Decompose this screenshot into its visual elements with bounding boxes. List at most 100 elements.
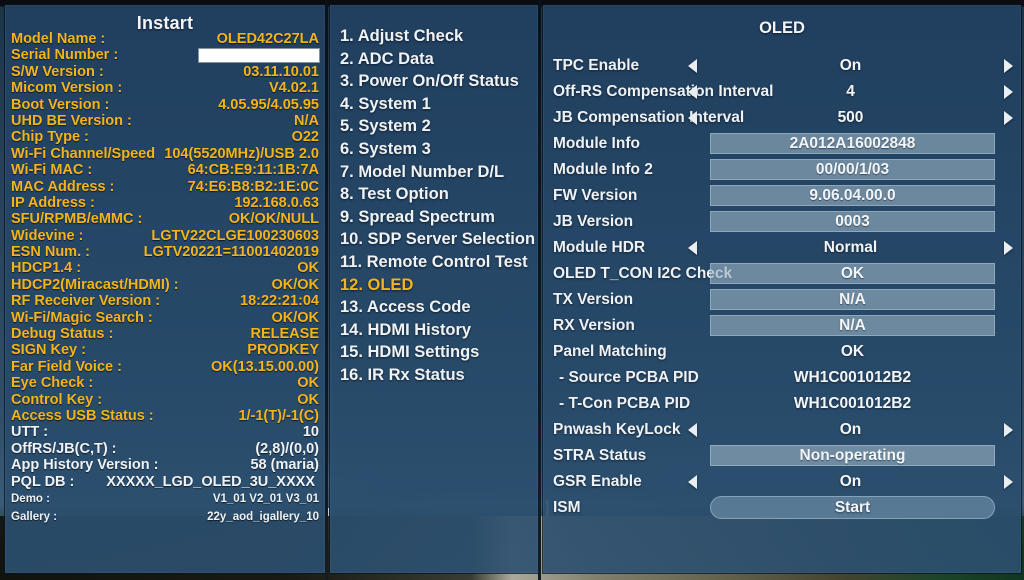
oled-setting-control[interactable]: On: [688, 417, 1013, 443]
info-row: Boot Version : 4.05.95/4.05.95: [11, 97, 319, 113]
info-row: Access USB Status : 1/-1(T)/-1(C): [11, 408, 319, 424]
oled-setting-control[interactable]: Non-operating: [688, 443, 1013, 469]
info-key: ESN Num. :: [11, 244, 90, 261]
info-value: 74:E6:B8:B2:1E:0C: [187, 178, 319, 195]
info-row: SFU/RPMB/eMMC : OK/OK/NULL: [11, 211, 319, 227]
info-key: Eye Check :: [11, 375, 94, 392]
menu-item[interactable]: 11. Remote Control Test: [340, 251, 534, 274]
oled-setting-control[interactable]: 500: [688, 105, 1013, 131]
oled-setting-label: STRA Status: [553, 447, 647, 464]
oled-setting-row: - Source PCBA PID WH1C001012B2: [553, 365, 1013, 391]
oled-setting-control[interactable]: N/A: [688, 313, 1013, 339]
info-value: OK/OK: [271, 276, 319, 293]
oled-setting-value[interactable]: 4: [688, 79, 1013, 105]
oled-setting-control[interactable]: Start: [688, 495, 1013, 521]
oled-setting-control[interactable]: 4: [688, 79, 1013, 105]
oled-setting-control[interactable]: On: [688, 53, 1013, 79]
info-row: ESN Num. : LGTV20221=11001402019: [11, 244, 319, 260]
oled-setting-label: Module HDR: [553, 239, 646, 256]
menu-item[interactable]: 15. HDMI Settings: [340, 341, 534, 364]
oled-setting-label: FW Version: [553, 187, 638, 204]
oled-setting-value[interactable]: Normal: [688, 235, 1013, 261]
oled-setting-row[interactable]: FW Version 9.06.04.00.0: [553, 183, 1013, 209]
menu-item[interactable]: 14. HDMI History: [340, 319, 534, 342]
oled-setting-control[interactable]: 2A012A16002848: [688, 131, 1013, 157]
info-row: Serial Number :: [11, 47, 319, 63]
info-key: Access USB Status :: [11, 407, 154, 424]
oled-setting-control[interactable]: 00/00/1/03: [688, 157, 1013, 183]
info-row: Chip Type : O22: [11, 129, 319, 145]
info-value: 1/-1(T)/-1(C): [238, 407, 319, 424]
menu-item[interactable]: 2. ADC Data: [340, 48, 534, 71]
menu-item[interactable]: 8. Test Option: [340, 183, 534, 206]
info-key: S/W Version :: [11, 63, 104, 80]
oled-setting-control[interactable]: Normal: [688, 235, 1013, 261]
info-key: Wi-Fi MAC :: [11, 162, 93, 179]
info-row: OffRS/JB(C,T) : (2,8)/(0,0): [11, 441, 319, 457]
oled-setting-control: WH1C001012B2: [688, 365, 1013, 391]
info-key: IP Address :: [11, 194, 95, 211]
oled-setting-label: TX Version: [553, 291, 634, 308]
info-row: UTT : 10: [11, 424, 319, 440]
info-key: Far Field Voice :: [11, 358, 122, 375]
oled-setting-row[interactable]: RX Version N/A: [553, 313, 1013, 339]
oled-setting-row[interactable]: TX Version N/A: [553, 287, 1013, 313]
info-value: 18:22:21:04: [240, 293, 319, 310]
oled-setting-row[interactable]: Module Info 2A012A16002848: [553, 131, 1013, 157]
oled-setting-row[interactable]: Pnwash KeyLock On: [553, 417, 1013, 443]
menu-item[interactable]: 9. Spread Spectrum: [340, 206, 534, 229]
menu-item[interactable]: 4. System 1: [340, 93, 534, 116]
info-key: OffRS/JB(C,T) :: [11, 440, 117, 457]
info-value: 58 (maria): [250, 457, 319, 474]
oled-setting-label: Module Info 2: [553, 161, 653, 178]
oled-setting-value[interactable]: 500: [688, 105, 1013, 131]
menu-item[interactable]: 10. SDP Server Selection: [340, 228, 535, 251]
oled-setting-row[interactable]: Module HDR Normal: [553, 235, 1013, 261]
oled-setting-row: Panel Matching OK: [553, 339, 1013, 365]
oled-setting-control[interactable]: 9.06.04.00.0: [688, 183, 1013, 209]
oled-setting-label: Pnwash KeyLock: [553, 421, 681, 438]
oled-setting-value: 9.06.04.00.0: [710, 185, 995, 206]
menu-item[interactable]: 16. IR Rx Status: [340, 364, 534, 387]
oled-setting-row[interactable]: ISM Start: [553, 495, 1013, 521]
menu-item-selected[interactable]: 12. OLED: [340, 274, 534, 297]
oled-setting-value[interactable]: On: [688, 469, 1013, 495]
oled-setting-control: WH1C001012B2: [688, 391, 1013, 417]
oled-setting-row[interactable]: TPC Enable On: [553, 53, 1013, 79]
info-value: N/A: [294, 112, 319, 129]
oled-setting-control[interactable]: 0003: [688, 209, 1013, 235]
oled-setting-row[interactable]: OLED T_CON I2C Check OK: [553, 261, 1013, 287]
start-button[interactable]: Start: [710, 496, 995, 519]
menu-item[interactable]: 5. System 2: [340, 115, 534, 138]
oled-setting-label: RX Version: [553, 317, 635, 334]
oled-setting-label: Module Info: [553, 135, 640, 152]
oled-setting-value[interactable]: On: [688, 53, 1013, 79]
menu-item[interactable]: 7. Model Number D/L: [340, 161, 534, 184]
oled-setting-control[interactable]: OK: [688, 261, 1013, 287]
oled-setting-value: OK: [840, 343, 865, 360]
info-row: Model Name : OLED42C27LA: [11, 31, 319, 47]
info-value: V1_01 V2_01 V3_01: [212, 492, 319, 505]
info-row: Demo : V1_01 V2_01 V3_01: [11, 490, 319, 508]
menu-item[interactable]: 6. System 3: [340, 138, 534, 161]
oled-setting-row[interactable]: STRA Status Non-operating: [553, 443, 1013, 469]
info-row: Debug Status : RELEASE: [11, 326, 319, 342]
oled-setting-value: OK: [710, 263, 995, 284]
menu-item[interactable]: 13. Access Code: [340, 296, 534, 319]
oled-setting-row[interactable]: JB Version 0003: [553, 209, 1013, 235]
info-row: Wi-Fi/Magic Search : OK/OK: [11, 310, 319, 326]
oled-setting-row[interactable]: GSR Enable On: [553, 469, 1013, 495]
info-key: Wi-Fi/Magic Search :: [11, 309, 153, 326]
oled-setting-row[interactable]: Module Info 2 00/00/1/03: [553, 157, 1013, 183]
oled-setting-row[interactable]: Off-RS Compensation Interval 4: [553, 79, 1013, 105]
info-value: 10: [302, 424, 319, 441]
oled-setting-row[interactable]: JB Compensation Interval 500: [553, 105, 1013, 131]
oled-setting-control[interactable]: N/A: [688, 287, 1013, 313]
info-key: RF Receiver Version :: [11, 293, 161, 310]
menu-item[interactable]: 1. Adjust Check: [340, 25, 534, 48]
menu-item[interactable]: 3. Power On/Off Status: [340, 70, 534, 93]
info-row: IP Address : 192.168.0.63: [11, 195, 319, 211]
oled-setting-control[interactable]: On: [688, 469, 1013, 495]
oled-setting-value: WH1C001012B2: [793, 395, 912, 412]
oled-setting-value[interactable]: On: [688, 417, 1013, 443]
